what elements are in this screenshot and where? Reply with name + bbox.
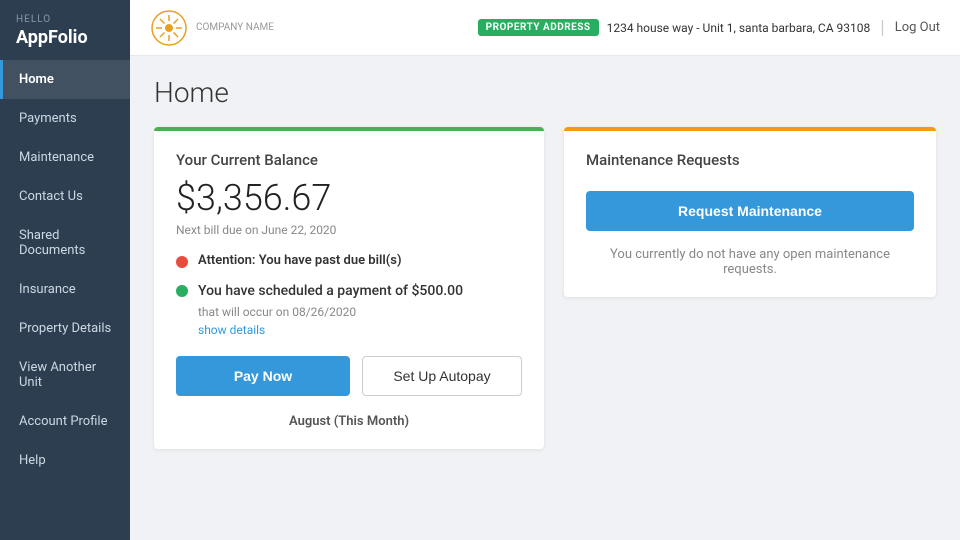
sidebar-item-payments[interactable]: Payments: [0, 99, 130, 138]
page-title: Home: [154, 76, 936, 109]
pay-now-button[interactable]: Pay Now: [176, 356, 350, 396]
content-area: Home Your Current Balance $3,356.67 Next…: [130, 56, 960, 540]
app-name: AppFolio: [0, 25, 130, 60]
past-due-alert-row: Attention: You have past due bill(s): [176, 253, 522, 268]
sidebar-item-account-profile[interactable]: Account Profile: [0, 402, 130, 441]
sidebar-item-maintenance[interactable]: Maintenance: [0, 138, 130, 177]
sidebar-item-view-another-unit[interactable]: View Another Unit: [0, 348, 130, 402]
next-bill-text: Next bill due on June 22, 2020: [176, 223, 522, 237]
sidebar-item-insurance[interactable]: Insurance: [0, 270, 130, 309]
hello-label: HELLO: [0, 0, 130, 25]
scheduled-payment-info: You have scheduled a payment of $500.00 …: [198, 282, 463, 338]
past-due-dot: [176, 256, 188, 268]
scheduled-date-text: that will occur on 08/26/2020: [198, 305, 463, 319]
past-due-alert-text: Attention: You have past due bill(s): [198, 253, 402, 268]
card-buttons: Pay Now Set Up Autopay: [176, 356, 522, 396]
logo-area: COMPANY NAME: [150, 9, 274, 47]
scheduled-payment-row: You have scheduled a payment of $500.00 …: [176, 282, 522, 338]
cards-row: Your Current Balance $3,356.67 Next bill…: [154, 127, 936, 449]
maintenance-empty-text: You currently do not have any open maint…: [586, 247, 914, 277]
scheduled-payment-dot: [176, 285, 188, 297]
show-details-link[interactable]: show details: [198, 323, 265, 337]
sidebar-item-help[interactable]: Help: [0, 441, 130, 480]
property-address: 1234 house way - Unit 1, santa barbara, …: [607, 21, 871, 35]
maintenance-card: Maintenance Requests Request Maintenance…: [564, 127, 936, 297]
main-area: COMPANY NAME PROPERTY ADDRESS 1234 house…: [130, 0, 960, 540]
sidebar-nav: Home Payments Maintenance Contact Us Sha…: [0, 60, 130, 540]
header-divider: |: [880, 17, 884, 38]
balance-card: Your Current Balance $3,356.67 Next bill…: [154, 127, 544, 449]
balance-card-title: Your Current Balance: [176, 151, 522, 169]
sidebar-item-shared-documents[interactable]: Shared Documents: [0, 216, 130, 270]
sidebar-item-property-details[interactable]: Property Details: [0, 309, 130, 348]
sidebar-item-contact-us[interactable]: Contact Us: [0, 177, 130, 216]
sidebar: HELLO AppFolio Home Payments Maintenance…: [0, 0, 130, 540]
maintenance-card-title: Maintenance Requests: [586, 151, 914, 169]
logout-link[interactable]: Log Out: [895, 20, 940, 35]
company-name-text: COMPANY NAME: [196, 22, 274, 34]
company-logo: [150, 9, 188, 47]
month-label: August (This Month): [176, 414, 522, 429]
balance-amount: $3,356.67: [176, 177, 522, 219]
set-up-autopay-button[interactable]: Set Up Autopay: [362, 356, 522, 396]
header: COMPANY NAME PROPERTY ADDRESS 1234 house…: [130, 0, 960, 56]
request-maintenance-button[interactable]: Request Maintenance: [586, 191, 914, 231]
property-badge: PROPERTY ADDRESS: [478, 19, 599, 36]
sidebar-item-home[interactable]: Home: [0, 60, 130, 99]
scheduled-payment-text: You have scheduled a payment of $500.00: [198, 282, 463, 302]
